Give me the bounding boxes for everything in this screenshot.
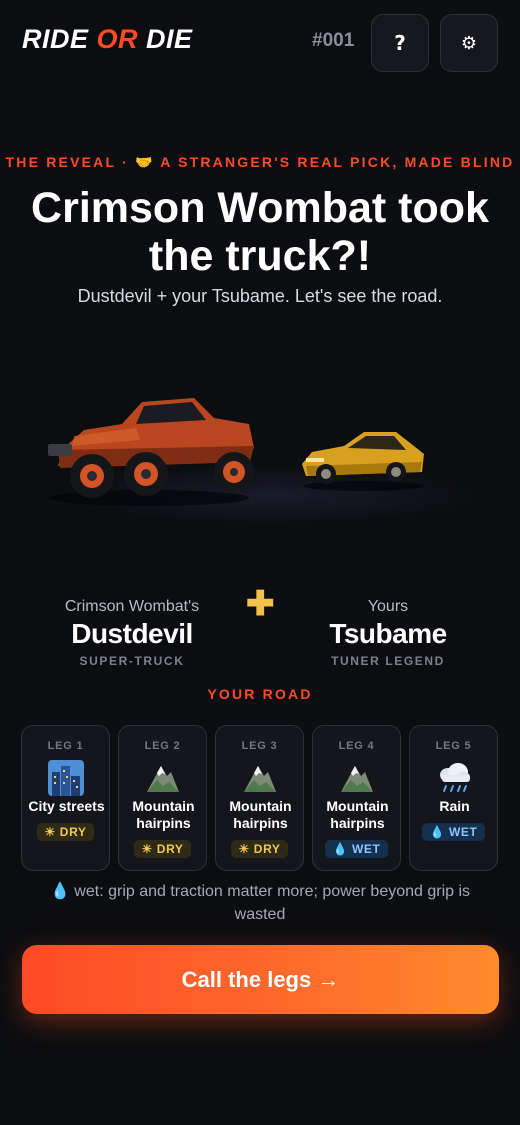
header-bar: RIDE OR DIE #001 ? ⚙	[0, 0, 520, 84]
help-button[interactable]: ?	[371, 14, 429, 72]
pick-car-name: Dustdevil	[71, 618, 193, 649]
road-label: YOUR ROAD	[207, 686, 313, 702]
mountain-icon	[244, 766, 276, 792]
reveal-subtitle: Dustdevil + your Tsubame. Let's see the …	[77, 286, 443, 306]
leg-name: Mountain hairpins	[229, 798, 292, 831]
page-title: Crimson Wombat took the truck?!	[31, 184, 489, 280]
condition-badge-dry: ☀ DRY	[36, 823, 95, 841]
leg-number: LEG 4	[338, 740, 375, 752]
pick-owner: Yours	[367, 598, 409, 615]
leg-card-3[interactable]: LEG 3 Mountain hairpins ☀ DRY	[215, 725, 304, 871]
leg-card-2[interactable]: LEG 2 Mountain hairpins ☀ DRY	[118, 725, 207, 871]
condition-badge-dry: ☀ DRY	[230, 840, 289, 858]
condition-badge-dry: ☀ DRY	[133, 840, 192, 858]
mountain-icon	[341, 766, 373, 792]
pick-car-name: Tsubame	[329, 618, 447, 649]
gear-icon: ⚙	[460, 32, 478, 54]
leg-card-5[interactable]: LEG 5 Rain 💧 WET	[409, 725, 498, 871]
rain-cloud-icon	[440, 763, 470, 792]
logo-text-or: OR	[96, 24, 139, 54]
leg-card-1[interactable]: LEG 1 City streets ☀ DRY	[21, 725, 110, 871]
condition-badge-wet: 💧 WET	[324, 840, 389, 858]
issue-number: #001	[312, 30, 355, 51]
stranger-pick: Crimson Wombat's Dustdevil SUPER-TRUCK	[22, 598, 242, 668]
condition-badge-wet: 💧 WET	[421, 823, 486, 841]
plus-icon: ✚	[246, 585, 275, 623]
logo-text-ride: RIDE	[22, 24, 97, 54]
wet-conditions-note: 💧 wet: grip and traction matter more; po…	[49, 883, 471, 923]
question-icon: ?	[394, 31, 406, 55]
pick-car-class: SUPER-TRUCK	[79, 654, 185, 668]
leg-card-4[interactable]: LEG 4 Mountain hairpins 💧 WET	[312, 725, 401, 871]
leg-number: LEG 3	[241, 740, 278, 752]
reveal-kicker: THE REVEAL · 🤝 A STRANGER'S REAL PICK, M…	[5, 154, 515, 170]
truck-image	[48, 398, 254, 506]
coupe-image	[302, 432, 424, 491]
vehicle-showcase	[20, 340, 500, 560]
leg-name: Mountain hairpins	[132, 798, 195, 831]
pick-car-class: TUNER LEGEND	[331, 654, 445, 668]
app-logo: RIDE OR DIE	[22, 24, 193, 55]
city-icon	[48, 760, 84, 796]
your-pick: Yours Tsubame TUNER LEGEND	[290, 598, 486, 668]
leg-name: Mountain hairpins	[326, 798, 389, 831]
leg-number: LEG 1	[47, 740, 84, 752]
mountain-icon	[147, 766, 179, 792]
logo-text-die: DIE	[138, 24, 193, 54]
call-the-legs-button[interactable]: Call the legs →	[22, 945, 499, 1014]
road-legs: LEG 1 City streets ☀ DRY LEG 2 Mountain …	[21, 725, 499, 871]
leg-name: Rain	[439, 798, 470, 814]
leg-number: LEG 2	[144, 740, 181, 752]
pick-owner: Crimson Wombat's	[64, 598, 200, 615]
leg-number: LEG 5	[435, 740, 472, 752]
leg-name: City streets	[28, 798, 105, 814]
settings-button[interactable]: ⚙	[440, 14, 498, 72]
